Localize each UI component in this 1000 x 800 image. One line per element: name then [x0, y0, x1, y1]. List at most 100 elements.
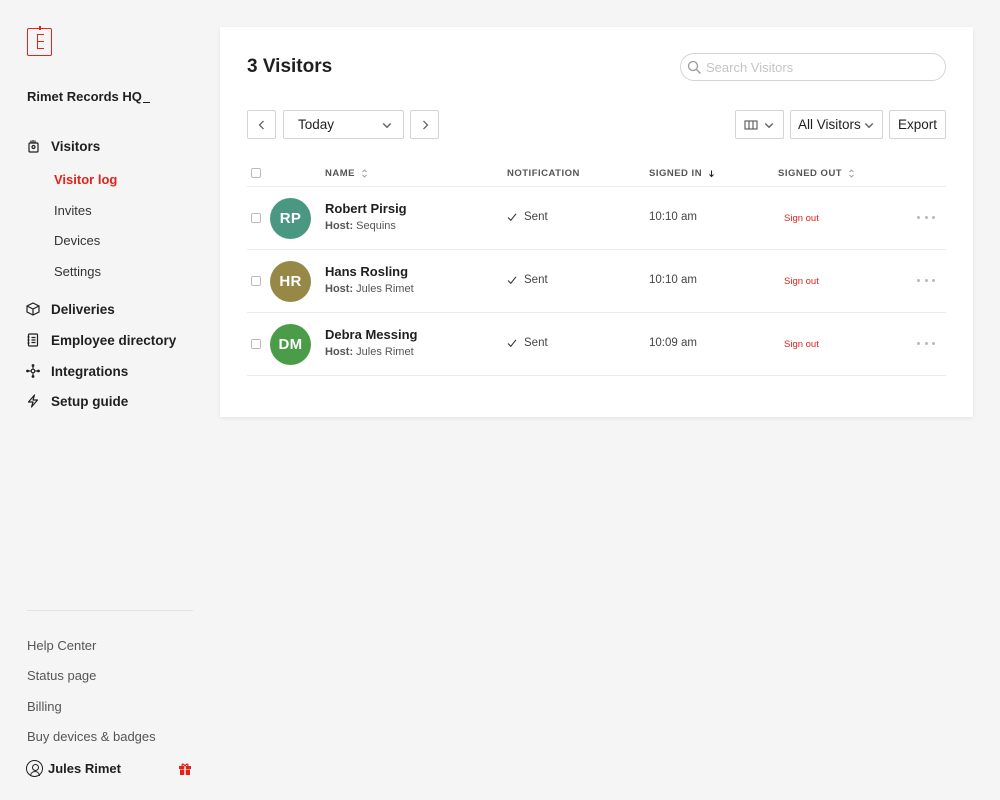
date-select-value: Today [298, 117, 335, 132]
avatar: RP [270, 198, 311, 239]
select-all-checkbox[interactable] [251, 168, 261, 178]
column-header-name[interactable]: NAME [325, 168, 368, 179]
search-input[interactable] [706, 59, 926, 75]
host-label: Host: [325, 283, 354, 295]
column-header-label: SIGNED IN [649, 168, 703, 179]
row-checkbox[interactable] [251, 213, 261, 223]
sidebar-item-visitors[interactable]: Visitors [25, 138, 100, 154]
host-line: Host: Jules Rimet [325, 346, 414, 358]
more-options-icon[interactable] [917, 208, 935, 226]
table-row[interactable]: DM Debra Messing Host: Jules Rimet Sent … [247, 313, 946, 376]
notification-status: Sent [507, 211, 548, 223]
signed-in-time: 10:10 am [649, 274, 697, 286]
visitor-name[interactable]: Robert Pirsig [325, 201, 407, 216]
sidebar-item-employee-directory[interactable]: Employee directory [25, 332, 176, 348]
sidebar-item-label: Setup guide [51, 393, 129, 409]
notification-status-text: Sent [524, 274, 548, 286]
visitor-log-card: 3 Visitors Today All Visitors Export NAM… [220, 27, 973, 417]
column-header-label: SIGNED OUT [778, 168, 843, 179]
host-name: Jules Rimet [356, 346, 414, 358]
visitor-name[interactable]: Debra Messing [325, 327, 417, 342]
visitor-badge-icon [25, 138, 41, 154]
sidebar-item-visitor-log[interactable]: Visitor log [54, 172, 117, 187]
sidebar-item-devices[interactable]: Devices [54, 233, 100, 248]
columns-icon [744, 119, 758, 130]
check-icon [507, 213, 517, 222]
sort-icon [362, 169, 367, 178]
chevron-right-icon [422, 120, 428, 129]
date-select[interactable]: Today [283, 110, 404, 139]
row-checkbox[interactable] [251, 339, 261, 349]
host-name: Jules Rimet [356, 283, 414, 295]
visitor-filter-select[interactable]: All Visitors [790, 110, 883, 139]
notification-status: Sent [507, 274, 548, 286]
sidebar-item-label: Integrations [51, 363, 129, 379]
sign-out-link[interactable]: Sign out [784, 339, 819, 350]
host-label: Host: [325, 346, 354, 358]
signed-in-time: 10:10 am [649, 211, 697, 223]
package-icon [25, 301, 41, 317]
chevron-down-icon [864, 122, 874, 128]
logo-mark-letter [37, 34, 44, 49]
more-options-icon[interactable] [917, 334, 935, 352]
logo-mark-tick [39, 26, 41, 30]
search-icon [687, 60, 701, 74]
billing-link[interactable]: Billing [27, 699, 62, 714]
chevron-left-icon [258, 120, 264, 129]
sidebar-item-label: Visitors [51, 138, 101, 154]
notification-status-text: Sent [524, 211, 548, 223]
user-menu[interactable]: Jules Rimet [26, 760, 192, 777]
sort-icon [849, 169, 854, 178]
column-header-label: NOTIFICATION [507, 168, 580, 179]
sidebar-divider [27, 610, 193, 611]
previous-day-button[interactable] [247, 110, 276, 139]
column-header-notification: NOTIFICATION [507, 168, 580, 179]
next-day-button[interactable] [410, 110, 439, 139]
user-avatar-icon [26, 760, 43, 777]
integrations-icon [25, 363, 41, 379]
avatar: DM [270, 324, 311, 365]
sidebar-item-invites[interactable]: Invites [54, 203, 92, 218]
check-icon [507, 339, 517, 348]
org-name[interactable]: Rimet Records HQ [27, 89, 150, 104]
sidebar-item-setup-guide[interactable]: Setup guide [25, 393, 128, 409]
sidebar-item-integrations[interactable]: Integrations [25, 363, 128, 379]
sign-out-link[interactable]: Sign out [784, 213, 819, 224]
user-name: Jules Rimet [48, 761, 121, 776]
directory-icon [25, 332, 41, 348]
table-row[interactable]: HR Hans Rosling Host: Jules Rimet Sent 1… [247, 250, 946, 313]
sidebar-item-settings[interactable]: Settings [54, 264, 101, 279]
signed-in-time: 10:09 am [649, 337, 697, 349]
check-icon [507, 276, 517, 285]
sidebar-item-deliveries[interactable]: Deliveries [25, 301, 115, 317]
table-row[interactable]: RP Robert Pirsig Host: Sequins Sent 10:1… [247, 187, 946, 250]
column-header-signed-out[interactable]: SIGNED OUT [778, 168, 855, 179]
host-label: Host: [325, 220, 354, 232]
columns-button[interactable] [735, 110, 784, 139]
column-header-label: NAME [325, 168, 355, 179]
help-center-link[interactable]: Help Center [27, 638, 96, 653]
row-checkbox[interactable] [251, 276, 261, 286]
host-name: Sequins [356, 220, 396, 232]
host-line: Host: Sequins [325, 220, 396, 232]
gift-icon[interactable] [178, 762, 192, 776]
status-page-link[interactable]: Status page [27, 668, 96, 683]
sidebar-item-label: Employee directory [51, 332, 177, 348]
notification-status: Sent [507, 337, 548, 349]
sort-descending-icon [709, 170, 714, 178]
chevron-down-icon [382, 122, 392, 128]
sidebar: Rimet Records HQ Visitors Visitor log In… [0, 0, 210, 800]
lightning-icon [25, 393, 41, 409]
host-line: Host: Jules Rimet [325, 283, 414, 295]
more-options-icon[interactable] [917, 271, 935, 289]
export-button[interactable]: Export [889, 110, 946, 139]
column-header-signed-in[interactable]: SIGNED IN [649, 168, 715, 179]
sidebar-item-label: Deliveries [51, 301, 115, 317]
sign-out-link[interactable]: Sign out [784, 276, 819, 287]
avatar: HR [270, 261, 311, 302]
visitor-name[interactable]: Hans Rosling [325, 264, 408, 279]
buy-devices-link[interactable]: Buy devices & badges [27, 729, 156, 744]
envoy-logo[interactable] [27, 26, 52, 56]
search-box[interactable] [680, 53, 946, 81]
page-title: 3 Visitors [247, 56, 333, 77]
